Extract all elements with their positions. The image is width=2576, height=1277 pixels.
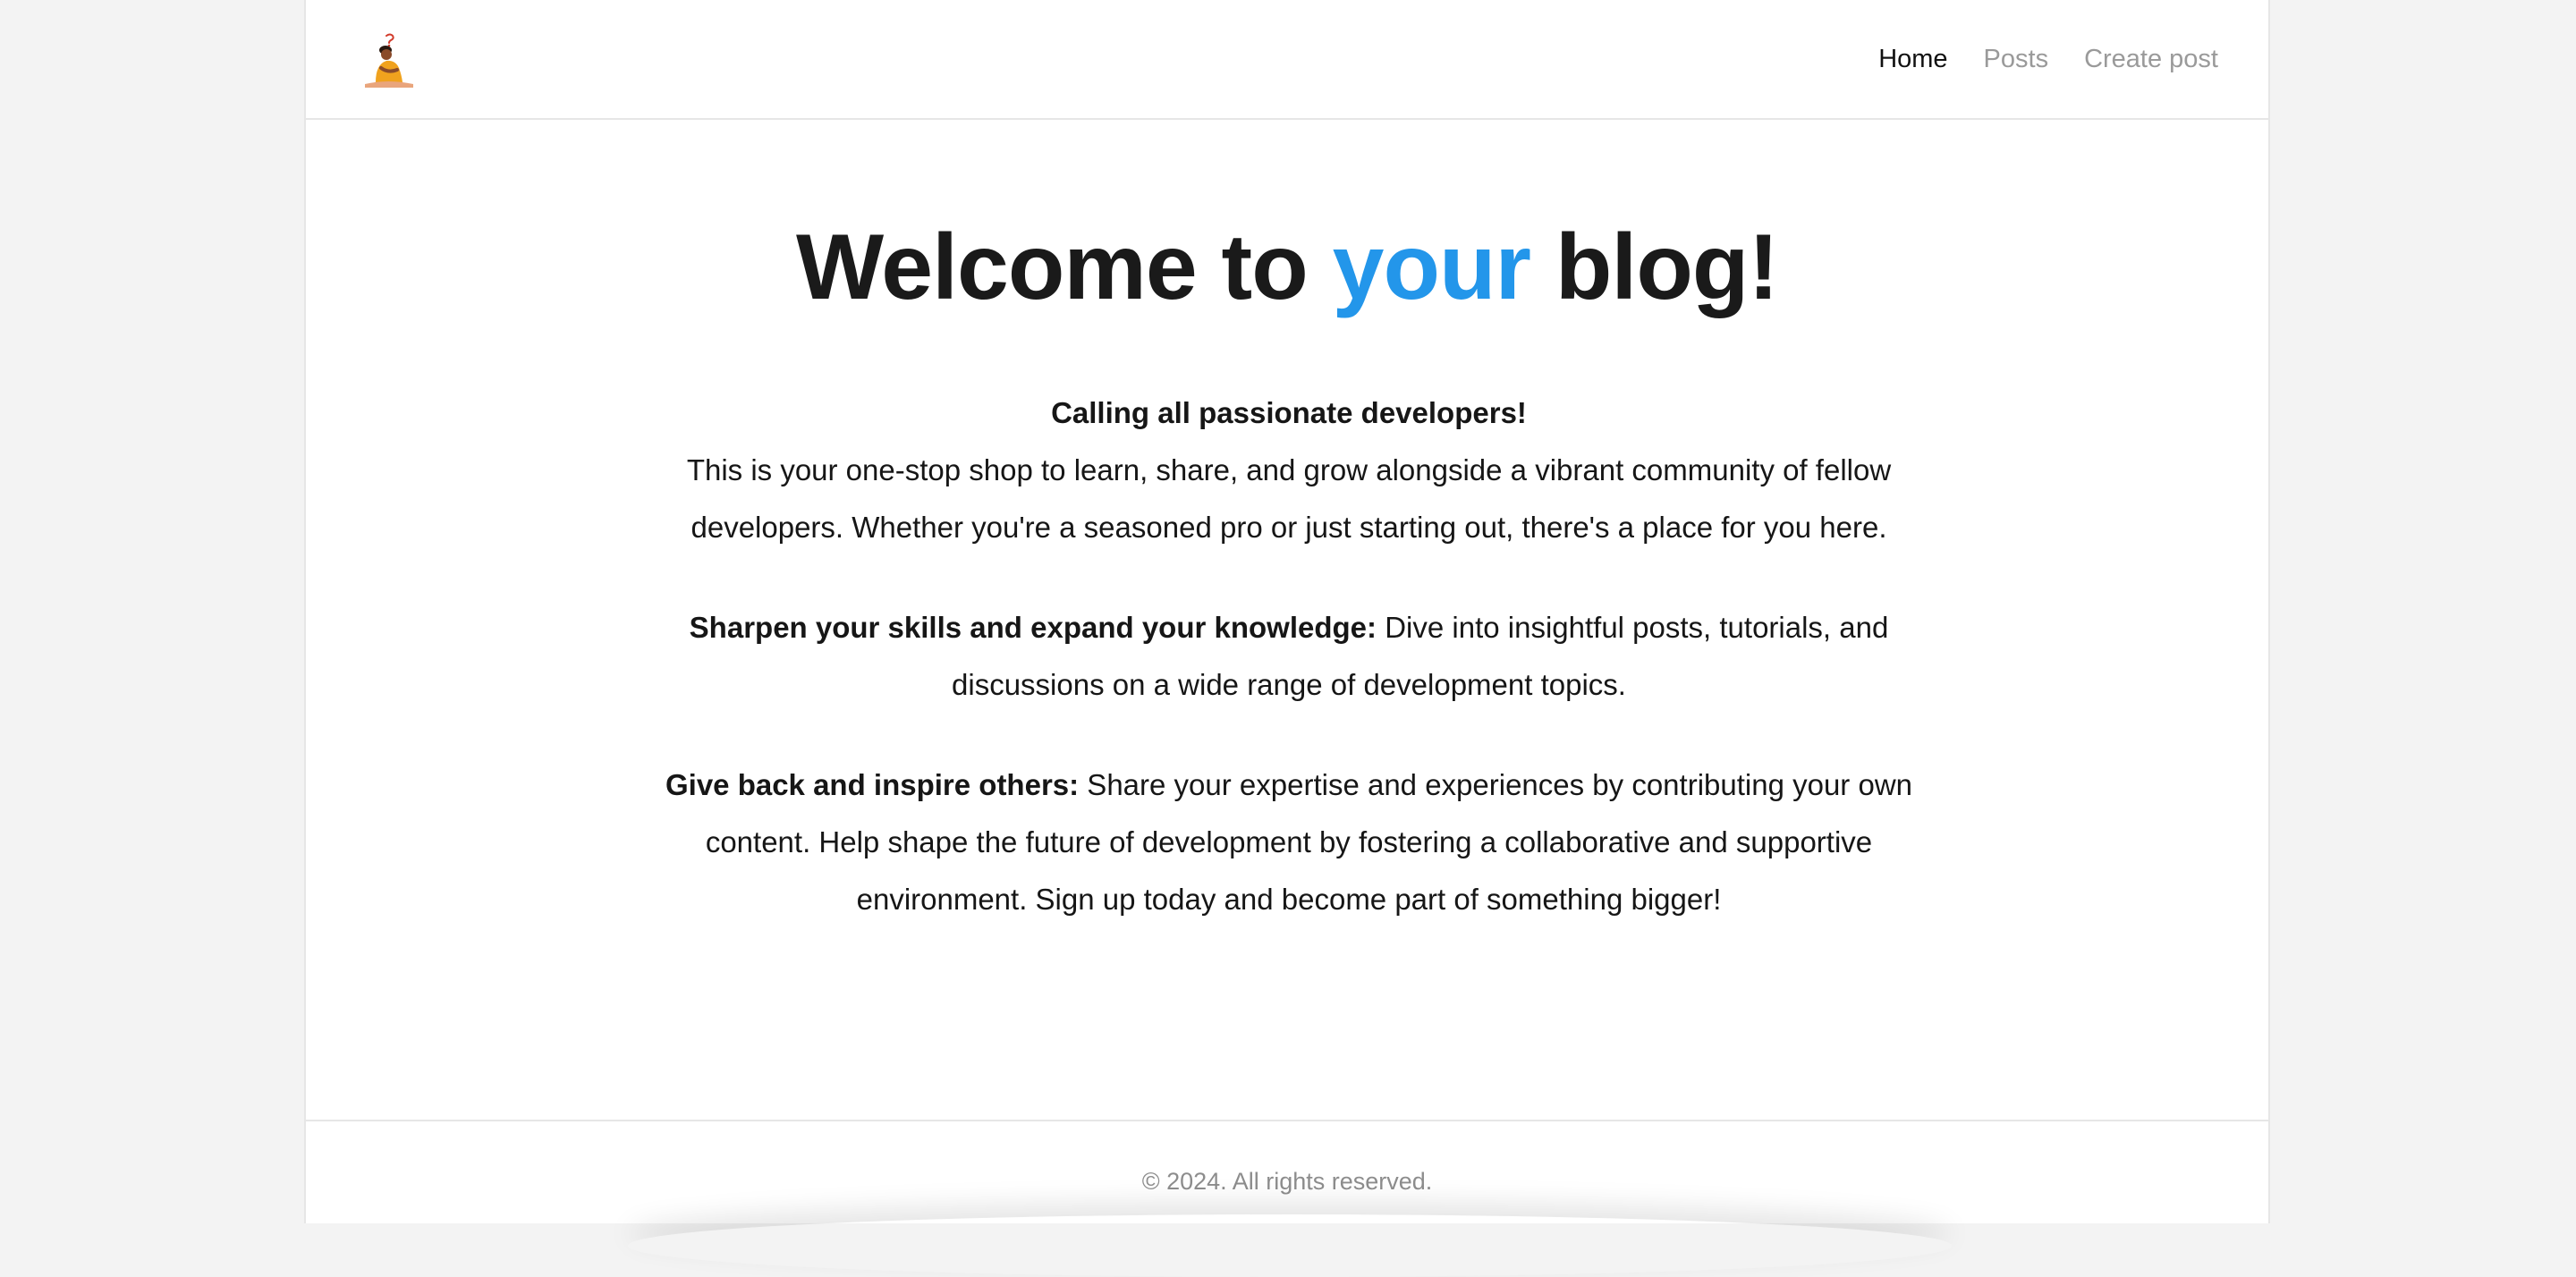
footer-shadow xyxy=(628,1214,1952,1277)
footer-copyright: © 2024. All rights reserved. xyxy=(1141,1168,1433,1195)
nav-create-post-link[interactable]: Create post xyxy=(2084,41,2218,77)
page-container: Home Posts Create post Welcome to your b… xyxy=(304,0,2270,1223)
nav-home-link[interactable]: Home xyxy=(1878,41,1947,77)
skills-paragraph: Sharpen your skills and expand your know… xyxy=(646,599,1932,714)
hero-title-start: Welcome to xyxy=(795,216,1333,319)
giveback-heading: Give back and inspire others: xyxy=(665,768,1080,801)
site-logo[interactable] xyxy=(361,32,415,88)
nav-posts-link[interactable]: Posts xyxy=(1984,41,2049,77)
hero-title-accent: your xyxy=(1332,216,1531,319)
intro-content: Calling all passionate developers! This … xyxy=(646,385,1932,971)
hero-title-end: blog! xyxy=(1530,216,1779,319)
hero-title: Welcome to your blog! xyxy=(306,209,2268,326)
main-content: Welcome to your blog! Calling all passio… xyxy=(306,120,2268,1120)
intro-text: This is your one-stop shop to learn, sha… xyxy=(686,453,1892,544)
main-nav: Home Posts Create post xyxy=(1878,41,2218,77)
intro-heading: Calling all passionate developers! xyxy=(1051,396,1527,429)
site-footer: © 2024. All rights reserved. xyxy=(306,1120,2268,1223)
skills-heading: Sharpen your skills and expand your know… xyxy=(689,611,1377,644)
site-header: Home Posts Create post xyxy=(306,0,2268,120)
intro-paragraph: Calling all passionate developers! This … xyxy=(646,385,1932,556)
giveback-paragraph: Give back and inspire others: Share your… xyxy=(646,757,1932,928)
person-thinking-icon xyxy=(365,33,413,88)
